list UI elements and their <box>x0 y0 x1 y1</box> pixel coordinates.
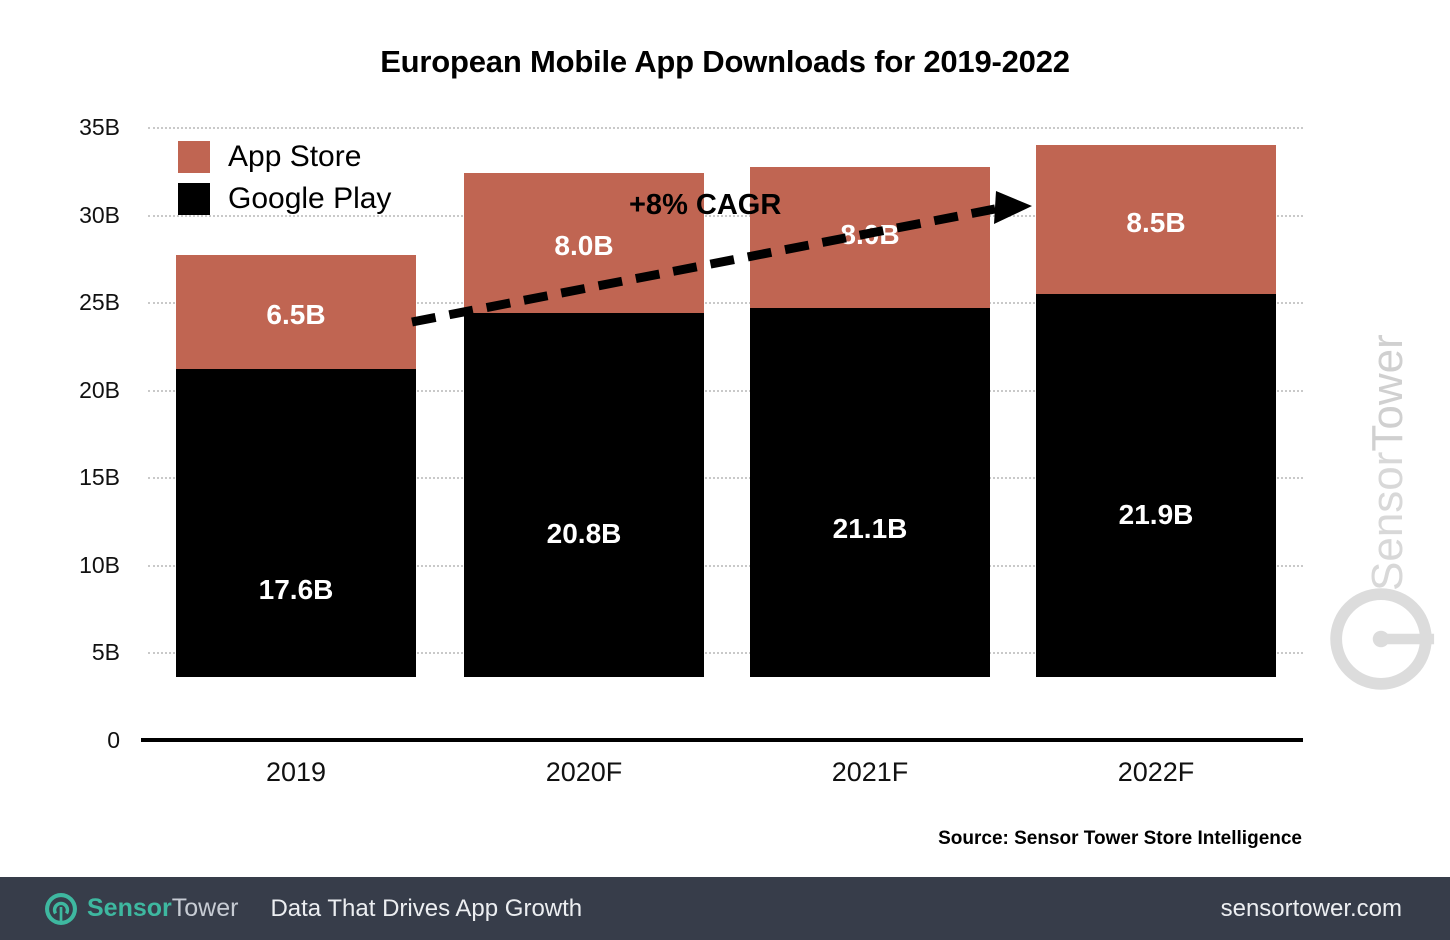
y-tick-10b: 10B <box>79 551 120 578</box>
legend-item-app-store[interactable]: App Store <box>178 136 391 178</box>
y-tick-5b: 5B <box>91 639 120 666</box>
watermark: SensorTower <box>1330 180 1440 690</box>
chart-title: European Mobile App Downloads for 2019-2… <box>380 44 1070 79</box>
bar-group-2019[interactable]: 6.5B 17.6B <box>176 254 416 677</box>
watermark-brand-tower: Tower <box>1363 334 1412 452</box>
bar-segment-google-play-2022f[interactable]: 21.9B <box>1036 293 1276 677</box>
footer-brand: SensorTower <box>87 894 238 923</box>
legend-swatch-google-play <box>178 183 210 215</box>
bar-value-app-store-2022f: 8.5B <box>1126 206 1186 238</box>
legend-item-google-play[interactable]: Google Play <box>178 178 391 220</box>
bar-value-app-store-2019: 6.5B <box>266 298 326 330</box>
x-tick-2020f: 2020F <box>545 757 623 787</box>
bar-segment-app-store-2019[interactable]: 6.5B <box>176 254 416 369</box>
bar-segment-google-play-2021f[interactable]: 21.1B <box>750 307 990 677</box>
footer-tagline: Data That Drives App Growth <box>270 894 583 922</box>
y-tick-35b: 35B <box>79 114 120 140</box>
footer-bar: SensorTower Data That Drives App Growth … <box>0 877 1450 940</box>
bar-group-2021f[interactable]: 8.0B 21.1B <box>750 167 990 677</box>
bar-segment-google-play-2019[interactable]: 17.6B <box>176 368 416 677</box>
bar-segment-app-store-2022f[interactable]: 8.5B <box>1036 144 1276 294</box>
bar-value-google-play-2021f: 21.1B <box>832 512 908 544</box>
y-tick-25b: 25B <box>79 289 120 316</box>
bar-group-2020f[interactable]: 8.0B 20.8B <box>464 172 704 677</box>
footer-brand-tower: Tower <box>171 894 239 922</box>
cagr-annotation-label: +8% CAGR <box>629 189 782 221</box>
x-tick-2021f: 2021F <box>831 757 909 787</box>
x-tick-2019: 2019 <box>265 757 327 787</box>
bar-value-google-play-2020f: 20.8B <box>546 517 622 549</box>
chart-legend: App Store Google Play <box>178 136 391 220</box>
watermark-brand: SensorTower <box>1363 191 1413 591</box>
y-tick-15b: 15B <box>79 464 120 491</box>
legend-label-app-store: App Store <box>228 140 362 173</box>
bar-value-app-store-2021f: 8.0B <box>840 219 900 251</box>
bar-value-google-play-2022f: 21.9B <box>1118 498 1194 530</box>
bar-value-app-store-2020f: 8.0B <box>554 229 614 261</box>
bar-group-2022f[interactable]: 8.5B 21.9B <box>1036 144 1276 677</box>
gridline-35b <box>148 127 1303 129</box>
legend-swatch-app-store <box>178 141 210 173</box>
watermark-logo-icon <box>1330 588 1435 690</box>
y-tick-0: 0 <box>107 727 120 753</box>
watermark-brand-sensor: Sensor <box>1363 451 1412 591</box>
x-tick-2022f: 2022F <box>1117 757 1195 787</box>
chart-container: European Mobile App Downloads for 2019-2… <box>0 0 1450 877</box>
y-tick-20b: 20B <box>79 376 120 403</box>
y-tick-30b: 30B <box>79 201 120 228</box>
x-axis-line <box>141 738 1303 742</box>
legend-label-google-play: Google Play <box>228 182 392 215</box>
footer-url[interactable]: sensortower.com <box>1221 895 1402 923</box>
bar-value-google-play-2019: 17.6B <box>258 573 334 605</box>
sensortower-logo-icon <box>45 892 77 925</box>
source-note: Source: Sensor Tower Store Intelligence <box>938 828 1302 849</box>
bar-segment-app-store-2021f[interactable]: 8.0B <box>750 167 990 308</box>
footer-brand-sensor: Sensor <box>87 894 172 922</box>
bar-segment-google-play-2020f[interactable]: 20.8B <box>464 312 704 677</box>
